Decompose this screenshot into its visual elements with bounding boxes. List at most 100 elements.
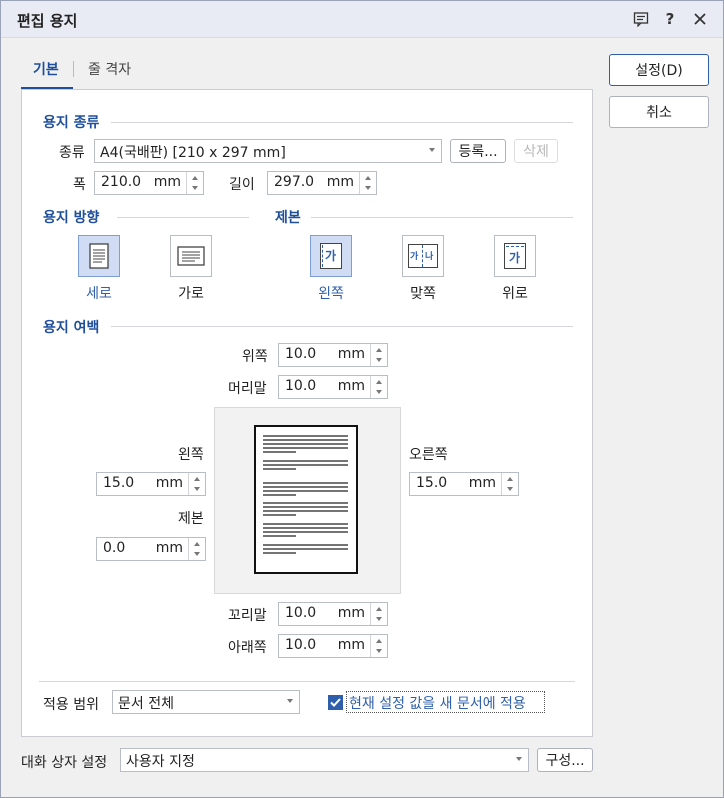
register-button-label: 등록... xyxy=(458,144,498,160)
width-value: 210.0 xyxy=(101,174,142,190)
spin-buttons[interactable] xyxy=(370,376,387,398)
margin-top-spinner[interactable]: 10.0 mm xyxy=(278,343,388,367)
margin-gutter-spinner[interactable]: 0.0 mm xyxy=(96,537,206,561)
section-divider xyxy=(117,217,249,218)
spin-down-icon xyxy=(376,390,382,394)
margin-unit: mm xyxy=(337,346,365,362)
portrait-label: 세로 xyxy=(86,286,112,302)
paper-kind-select[interactable]: A4(국배판) [210 x 297 mm] xyxy=(94,139,442,163)
tab-line-grid[interactable]: 줄 격자 xyxy=(88,59,131,79)
apply-new-doc-label[interactable]: 현재 설정 값을 새 문서에 적용 xyxy=(349,693,526,713)
spin-up-icon xyxy=(194,477,200,481)
paper-type-section-title: 용지 종류 xyxy=(43,115,100,131)
margin-unit: mm xyxy=(337,605,365,621)
margin-gutter-label: 제본 xyxy=(178,511,204,527)
margin-footer-label: 꼬리말 xyxy=(228,608,267,624)
title-bar: 편집 용지 ? xyxy=(1,1,723,38)
paper-kind-value: A4(국배판) [210 x 297 mm] xyxy=(100,145,286,161)
binding-glyph: 나 xyxy=(425,252,434,262)
spin-down-icon xyxy=(376,649,382,653)
spin-buttons[interactable] xyxy=(370,635,387,657)
margin-unit: mm xyxy=(155,540,183,556)
spin-buttons[interactable] xyxy=(186,172,203,194)
spin-down-icon xyxy=(194,487,200,491)
binding-edge xyxy=(322,245,323,267)
close-icon[interactable] xyxy=(689,8,711,30)
margin-bottom-value: 10.0 xyxy=(285,637,317,653)
apply-scope-label: 적용 범위 xyxy=(43,697,99,713)
binding-top-option[interactable]: 가 xyxy=(494,235,536,277)
binding-glyph: 가 xyxy=(410,252,419,262)
page-preview xyxy=(254,425,358,574)
binding-top-page-icon: 가 xyxy=(504,243,526,269)
configure-button[interactable]: 구성... xyxy=(537,748,593,772)
binding-facing-page-icon: 가 나 xyxy=(408,244,438,268)
ok-button[interactable]: 설정(D) xyxy=(609,54,709,86)
spin-buttons[interactable] xyxy=(188,473,205,495)
spin-buttons[interactable] xyxy=(501,473,518,495)
spin-up-icon xyxy=(507,477,513,481)
margin-gutter-value: 0.0 xyxy=(103,540,126,556)
margin-header-spinner[interactable]: 10.0 mm xyxy=(278,375,388,399)
question-icon[interactable]: ? xyxy=(659,8,681,30)
landscape-page-icon xyxy=(177,246,205,266)
landscape-option[interactable] xyxy=(170,235,212,277)
length-spinner[interactable]: 297.0 mm xyxy=(267,171,377,195)
binding-left-page-icon: 가 xyxy=(320,243,342,269)
spin-buttons[interactable] xyxy=(188,538,205,560)
binding-section-title: 제본 xyxy=(275,210,301,226)
spin-down-icon xyxy=(192,186,198,190)
checkmark-icon xyxy=(330,698,341,707)
orientation-section-title: 용지 방향 xyxy=(43,210,100,226)
window-title: 편집 용지 xyxy=(17,12,78,30)
chevron-down-icon xyxy=(287,699,293,703)
chevron-down-icon xyxy=(429,148,435,152)
margin-unit: mm xyxy=(337,637,365,653)
binding-facing-option[interactable]: 가 나 xyxy=(402,235,444,277)
binding-glyph: 가 xyxy=(325,249,337,263)
margin-left-spinner[interactable]: 15.0 mm xyxy=(96,472,206,496)
dialog-window: 편집 용지 ? 기본 줄 격자 설정(D) 취소 용지 종류 종류 A4(국배판… xyxy=(0,0,724,798)
margin-top-label: 위쪽 xyxy=(242,349,268,365)
chevron-down-icon xyxy=(516,757,522,761)
register-button[interactable]: 등록... xyxy=(450,139,506,163)
cancel-button[interactable]: 취소 xyxy=(609,96,709,128)
spin-down-icon xyxy=(376,358,382,362)
binding-edge xyxy=(506,246,524,247)
tab-basic[interactable]: 기본 xyxy=(33,59,59,79)
spin-up-icon xyxy=(376,380,382,384)
width-spinner[interactable]: 210.0 mm xyxy=(94,171,204,195)
margin-footer-spinner[interactable]: 10.0 mm xyxy=(278,602,388,626)
binding-left-option[interactable]: 가 xyxy=(310,235,352,277)
apply-scope-select[interactable]: 문서 전체 xyxy=(112,690,300,714)
spin-buttons[interactable] xyxy=(370,344,387,366)
delete-button-label: 삭제 xyxy=(523,144,549,160)
spin-up-icon xyxy=(194,542,200,546)
help-topic-icon[interactable] xyxy=(630,8,652,30)
section-divider xyxy=(311,217,573,218)
apply-new-doc-checkbox[interactable] xyxy=(328,695,343,710)
margin-unit: mm xyxy=(337,378,365,394)
spin-down-icon xyxy=(507,487,513,491)
section-divider xyxy=(111,326,573,327)
section-divider xyxy=(111,122,573,123)
length-value: 297.0 xyxy=(274,174,315,190)
delete-button[interactable]: 삭제 xyxy=(514,139,558,163)
margin-bottom-spinner[interactable]: 10.0 mm xyxy=(278,634,388,658)
dialog-settings-select[interactable]: 사용자 지정 xyxy=(120,748,529,772)
spin-buttons[interactable] xyxy=(370,603,387,625)
spin-up-icon xyxy=(376,607,382,611)
spin-down-icon xyxy=(194,552,200,556)
configure-button-label: 구성... xyxy=(545,753,585,769)
landscape-label: 가로 xyxy=(178,286,204,302)
length-unit: mm xyxy=(326,174,354,190)
spin-buttons[interactable] xyxy=(359,172,376,194)
margin-unit: mm xyxy=(155,475,183,491)
spin-up-icon xyxy=(365,176,371,180)
section-divider xyxy=(39,681,575,682)
portrait-page-icon xyxy=(89,243,109,269)
portrait-option[interactable] xyxy=(78,235,120,277)
margin-unit: mm xyxy=(468,475,496,491)
margin-right-spinner[interactable]: 15.0 mm xyxy=(409,472,519,496)
dialog-settings-value: 사용자 지정 xyxy=(126,754,195,770)
